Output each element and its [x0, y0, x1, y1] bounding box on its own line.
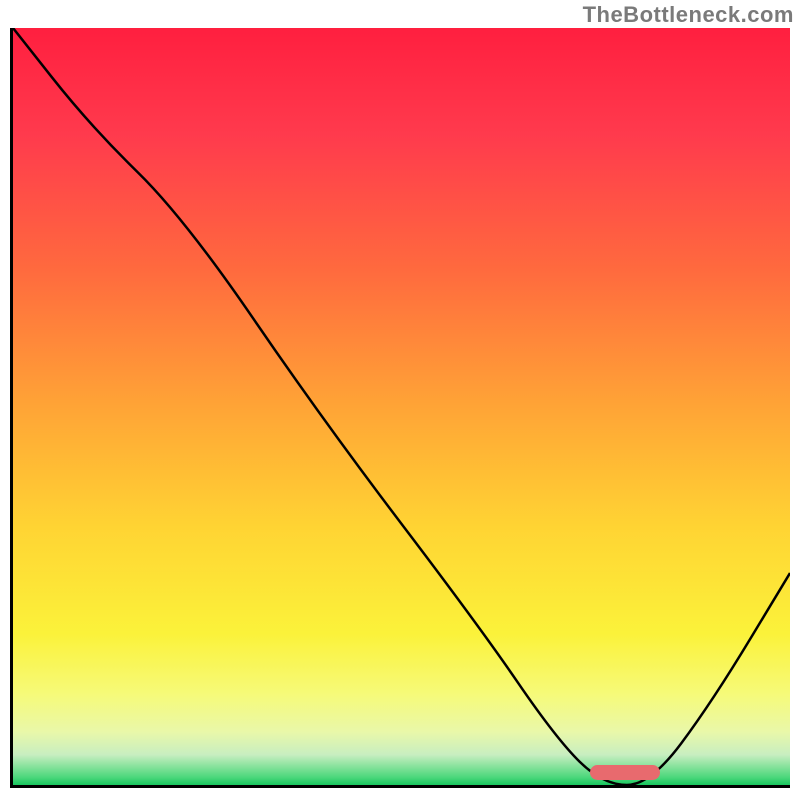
plot-area	[10, 28, 790, 788]
chart-stage: TheBottleneck.com	[0, 0, 800, 800]
gradient-rect	[13, 28, 790, 785]
watermark-text: TheBottleneck.com	[583, 2, 794, 28]
curve-layer	[13, 28, 790, 785]
optimal-range-marker	[590, 765, 660, 780]
